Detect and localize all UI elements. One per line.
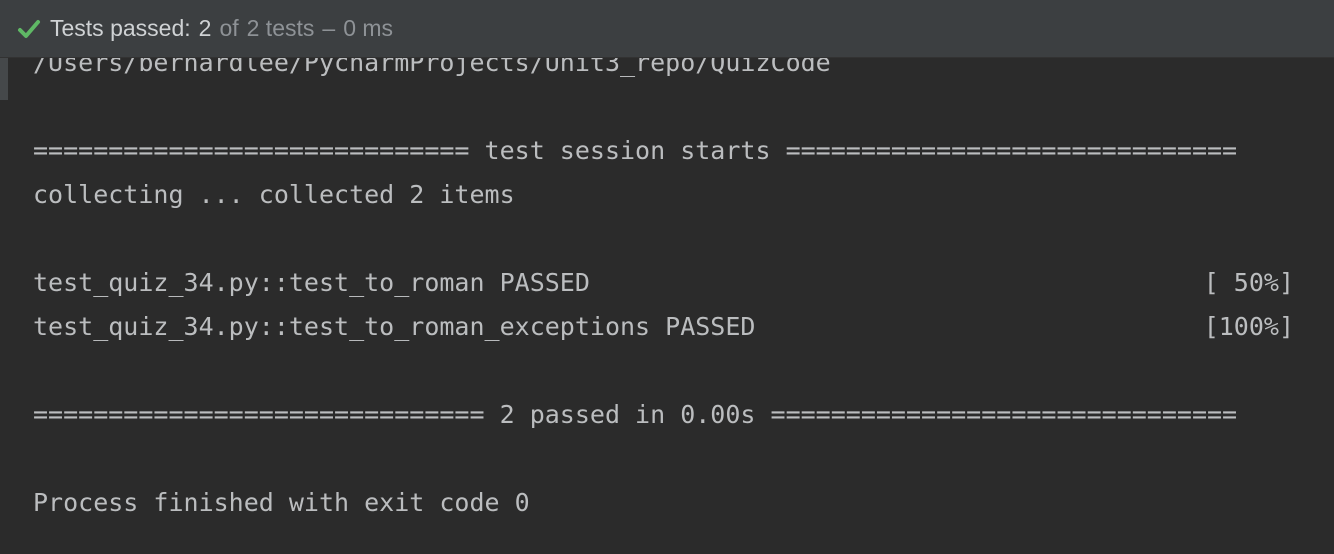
test-status-bar: Tests passed: 2 of 2 tests – 0 ms bbox=[0, 0, 1334, 58]
passed-count: 2 bbox=[198, 15, 212, 41]
console-line-exit-code: Process finished with exit code 0 bbox=[33, 488, 530, 517]
duration: 0 ms bbox=[343, 15, 394, 41]
console-line-collecting: collecting ... collected 2 items bbox=[33, 180, 515, 209]
test-result-line: test_quiz_34.py::test_to_roman_exception… bbox=[33, 312, 756, 341]
test-result-line: test_quiz_34.py::test_to_roman PASSED bbox=[33, 268, 590, 297]
total-tests: 2 tests bbox=[246, 15, 315, 41]
scroll-gutter-marker bbox=[0, 58, 8, 100]
console-output[interactable]: /Users/bernardlee/PycharmProjects/Unit3_… bbox=[0, 58, 1334, 554]
test-progress: [ 50%] bbox=[1203, 268, 1294, 297]
console-line-summary: ============================== 2 passed … bbox=[33, 400, 1238, 429]
status-label: Tests passed: bbox=[50, 15, 191, 41]
console-line-path: /Users/bernardlee/PycharmProjects/Unit3_… bbox=[33, 58, 831, 77]
test-progress: [100%] bbox=[1203, 312, 1294, 341]
test-runner-panel: Tests passed: 2 of 2 tests – 0 ms /Users… bbox=[0, 0, 1334, 554]
of-text: of bbox=[219, 15, 239, 41]
separator-dash: – bbox=[322, 15, 336, 41]
console-line-session-start: ============================= test sessi… bbox=[33, 136, 1238, 165]
check-icon bbox=[18, 19, 40, 38]
